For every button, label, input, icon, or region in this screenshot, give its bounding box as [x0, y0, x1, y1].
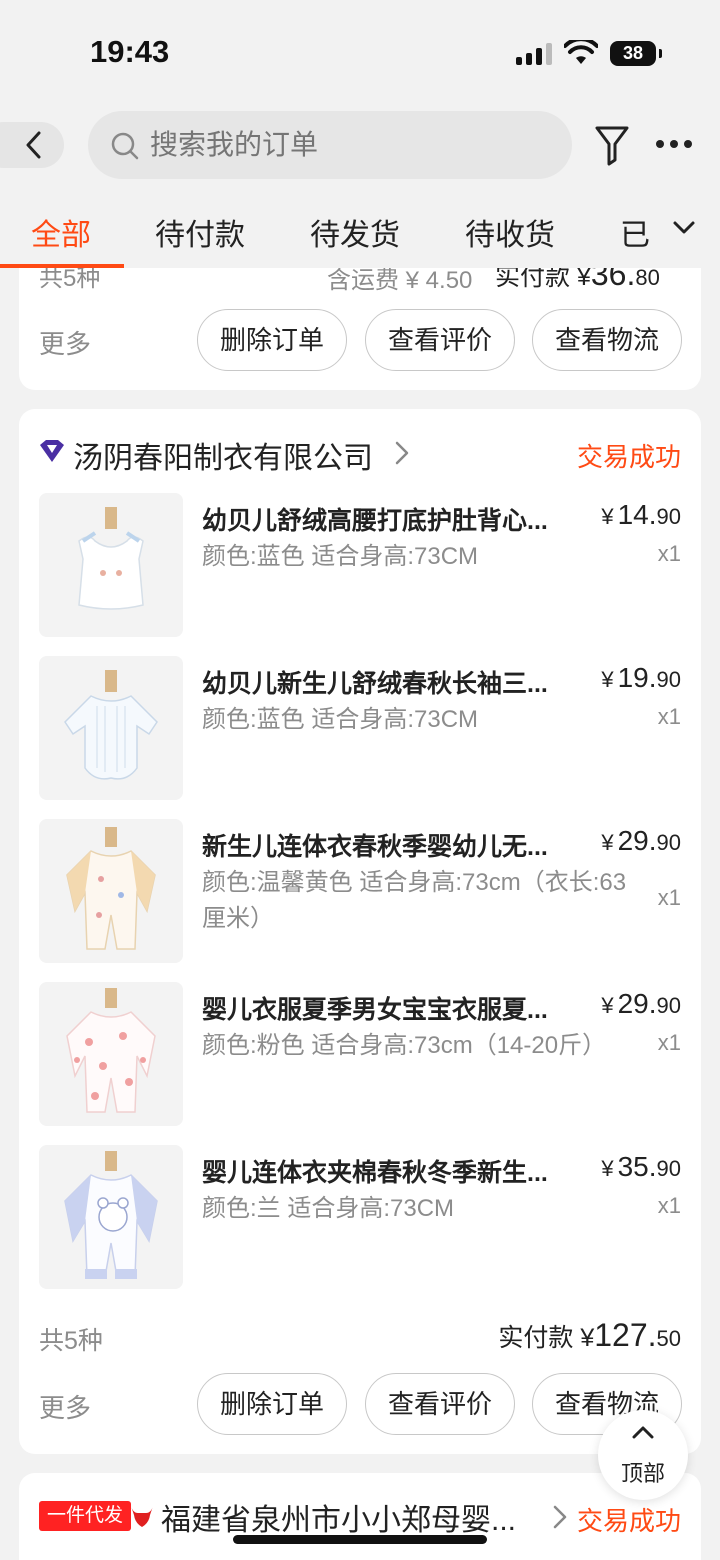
delete-order-button[interactable]: 删除订单 — [197, 309, 347, 371]
more-options-icon[interactable] — [656, 140, 692, 150]
more-link[interactable]: 更多 — [39, 324, 91, 361]
price-dec: 90 — [656, 993, 681, 1018]
search-input[interactable] — [150, 111, 550, 179]
paid-total: 实付款 ¥127.50 — [498, 1317, 681, 1354]
scroll-to-top-label: 顶部 — [620, 1461, 665, 1486]
product-spec: 颜色:兰 适合身高:73CM — [202, 1195, 455, 1222]
shop-name[interactable]: 福建省泉州市小小郑母婴... — [161, 1495, 541, 1539]
order-item[interactable]: 幼贝儿舒绒高腰打底护肚背心... 颜色:蓝色 适合身高:73CM ¥14.90 … — [19, 493, 701, 637]
tab-all[interactable]: 全部 — [31, 210, 91, 254]
product-image — [39, 982, 183, 1126]
paid-dec: 50 — [656, 1326, 681, 1351]
chevron-right-icon[interactable] — [553, 1505, 567, 1529]
product-spec: 颜色:温馨黄色 适合身高:73cm（衣长:63厘米） — [202, 869, 627, 932]
delete-order-button[interactable]: 删除订单 — [197, 1373, 347, 1435]
product-price: ¥14.90 — [601, 499, 681, 530]
product-price: ¥19.90 — [601, 662, 681, 693]
product-title[interactable]: 幼贝儿舒绒高腰打底护肚背心... — [202, 501, 572, 537]
price-dec: 90 — [656, 830, 681, 855]
battery-indicator: 38 — [610, 41, 662, 66]
product-qty: x1 — [657, 1030, 681, 1055]
product-title[interactable]: 婴儿衣服夏季男女宝宝衣服夏... — [202, 990, 572, 1026]
view-review-button[interactable]: 查看评价 — [365, 309, 515, 371]
price-int: 35. — [617, 1151, 657, 1182]
cellular-signal-icon — [516, 43, 552, 65]
scroll-to-top-button[interactable]: 顶部 — [598, 1410, 688, 1500]
tab-pending-payment[interactable]: 待付款 — [155, 210, 245, 254]
product-title[interactable]: 婴儿连体衣夹棉春秋冬季新生... — [202, 1153, 572, 1189]
product-image — [39, 819, 183, 963]
product-price: ¥29.90 — [601, 825, 681, 856]
wifi-icon — [564, 40, 598, 64]
active-tab-indicator — [0, 264, 124, 268]
order-card: 汤阴春阳制衣有限公司 交易成功 幼贝儿舒绒高腰打底护肚背心... 颜色:蓝色 适… — [19, 409, 701, 1454]
dropship-tag: 一件代发 — [39, 1501, 132, 1531]
chevron-right-icon[interactable] — [395, 441, 409, 465]
product-title[interactable]: 新生儿连体衣春秋季婴幼儿无... — [202, 827, 572, 863]
paid-dec: 80 — [635, 265, 660, 290]
price-int: 29. — [617, 825, 657, 856]
product-price: ¥29.90 — [601, 988, 681, 1019]
status-bar: 19:43 38 — [0, 0, 720, 100]
paid-label: 实付款 ¥ — [498, 1324, 595, 1352]
order-tabs: 全部 待付款 待发货 待收货 已 — [0, 200, 720, 268]
price-int: 14. — [617, 499, 657, 530]
search-icon — [111, 132, 139, 160]
order-status: 交易成功 — [576, 1506, 681, 1536]
status-time: 19:43 — [90, 34, 170, 69]
product-qty: x1 — [657, 1193, 681, 1218]
more-link[interactable]: 更多 — [39, 1388, 91, 1425]
product-title[interactable]: 幼贝儿新生儿舒绒春秋长袖三... — [202, 664, 572, 700]
order-item[interactable]: 幼贝儿新生儿舒绒春秋长袖三... 颜色:蓝色 适合身高:73CM ¥19.90 … — [19, 656, 701, 800]
view-review-button[interactable]: 查看评价 — [365, 1373, 515, 1435]
search-header — [0, 100, 720, 200]
product-image — [39, 1145, 183, 1289]
home-indicator[interactable] — [233, 1535, 487, 1544]
order-item[interactable]: 婴儿连体衣夹棉春秋冬季新生... 颜色:兰 适合身高:73CM ¥35.90 x… — [19, 1145, 701, 1289]
order-status: 交易成功 — [576, 442, 681, 472]
product-spec: 颜色:粉色 适合身高:73cm（14-20斤） — [202, 1032, 607, 1059]
price-dec: 90 — [656, 1156, 681, 1181]
product-qty: x1 — [657, 704, 681, 729]
price-dec: 90 — [656, 504, 681, 529]
product-image — [39, 493, 183, 637]
order-item[interactable]: 婴儿衣服夏季男女宝宝衣服夏... 颜色:粉色 适合身高:73cm（14-20斤）… — [19, 982, 701, 1126]
chevron-down-icon[interactable] — [672, 220, 696, 236]
tab-pending-shipment[interactable]: 待发货 — [310, 210, 400, 254]
product-spec: 颜色:蓝色 适合身高:73CM — [202, 706, 479, 733]
back-button[interactable] — [0, 122, 64, 168]
product-qty: x1 — [657, 885, 681, 910]
product-image — [39, 656, 183, 800]
tab-pending-receipt[interactable]: 待收货 — [465, 210, 555, 254]
price-int: 19. — [617, 662, 657, 693]
product-qty: x1 — [657, 541, 681, 566]
chevron-up-icon — [632, 1426, 654, 1439]
item-count: 共5种 — [39, 1327, 103, 1355]
search-bar[interactable] — [88, 111, 572, 179]
paid-int: 127. — [594, 1317, 657, 1353]
shop-name[interactable]: 汤阴春阳制衣有限公司 — [73, 433, 373, 477]
price-int: 29. — [617, 988, 657, 1019]
product-spec: 颜色:蓝色 适合身高:73CM — [202, 543, 479, 570]
order-item[interactable]: 新生儿连体衣春秋季婴幼儿无... 颜色:温馨黄色 适合身高:73cm（衣长:63… — [19, 819, 701, 963]
view-logistics-button[interactable]: 查看物流 — [532, 309, 682, 371]
diamond-shop-icon — [40, 440, 64, 462]
bull-shop-icon — [131, 1506, 153, 1527]
chevron-left-icon — [26, 131, 41, 159]
price-dec: 90 — [656, 667, 681, 692]
product-price: ¥35.90 — [601, 1151, 681, 1182]
filter-icon[interactable] — [594, 124, 630, 166]
tab-completed[interactable]: 已 — [620, 210, 650, 254]
